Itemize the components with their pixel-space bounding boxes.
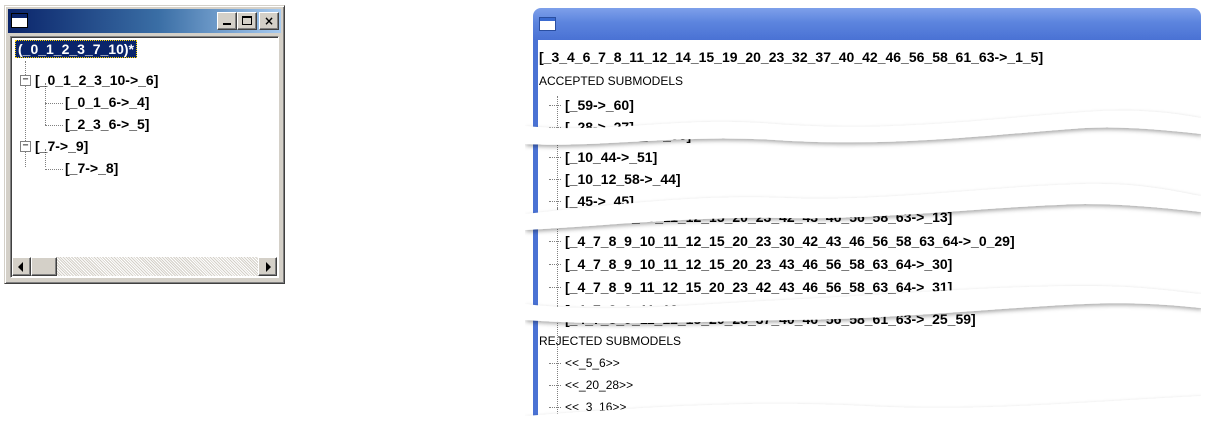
close-icon: × — [263, 14, 275, 28]
tree-item[interactable]: [_4_7_8_9_10_11_12_15_20_23_42_43_46_56_… — [548, 208, 952, 228]
tree-item[interactable]: <<_20_28>> — [548, 374, 633, 396]
tree-item[interactable]: [_10_44->_51] — [548, 146, 657, 168]
window-border — [533, 40, 538, 136]
minimize-button[interactable] — [217, 12, 237, 30]
tree-item[interactable]: [_0_1_2_3_10->_6] — [35, 70, 158, 92]
content-fragment: [_4_7_8_9_10_11_12_15_20_23_42_43_46_56_… — [533, 208, 1201, 308]
content-fragment: [_3_4_6_7_8_11_12_14_15_19_20_23_32_37_4… — [533, 40, 1201, 136]
submodels-window: [_3_4_6_7_8_11_12_14_15_19_20_23_32_37_4… — [525, 8, 1201, 422]
tree-item[interactable]: [_4_7_8_9_10_11_12_15_20_23_30_42_43_46_… — [549, 230, 1015, 252]
tree-item-label[interactable]: [_2_3_6->_5] — [65, 116, 149, 132]
tree-item[interactable]: [_0_1_6->_4] — [65, 92, 149, 114]
maximize-button[interactable] — [237, 12, 257, 30]
content-fragment: [_23_40_42_46_56] [_10_44->_51] [_10_12_… — [533, 132, 1201, 208]
scrollbar-thumb[interactable] — [31, 257, 57, 276]
tree-item[interactable]: [_2_3_6->_5] — [65, 114, 149, 136]
tree-item[interactable]: [_59->_60] — [549, 94, 634, 116]
title-bar[interactable] — [533, 8, 1201, 40]
tree-item-label[interactable]: [_0_1_6->_4] — [65, 94, 149, 110]
tree-guide-line — [557, 132, 558, 208]
section-header-accepted[interactable]: ACCEPTED SUBMODELS — [539, 70, 683, 92]
tree-item[interactable]: [_7->_8] — [65, 158, 118, 180]
tree-item[interactable]: [_4_7_8_9_11_12_15_20_23_42_43_46_56_58_… — [548, 276, 952, 298]
tree-root-label[interactable]: (_0_1_2_3_7_10)* — [15, 40, 137, 58]
tree-item[interactable]: [_10_12_58->_44] — [549, 168, 681, 190]
tree-item[interactable]: [_45->_45] — [549, 190, 634, 208]
caption-buttons: × — [217, 12, 279, 30]
tree-item[interactable]: [_4_7_8_9_10_11_12_15_20_23_43_46_56_58_… — [548, 253, 952, 275]
scroll-left-button[interactable] — [12, 257, 31, 276]
maximize-icon — [242, 16, 252, 25]
content-fragment: [_4_7_8_9_11_12_15_20_23_37_40_46_56_58_… — [533, 306, 1201, 422]
tree-item-label[interactable]: [_7->_9] — [35, 138, 88, 154]
tree-item-label[interactable]: [_7->_8] — [65, 160, 118, 176]
tree-guide-line — [45, 169, 63, 170]
tree-guide-line — [45, 103, 63, 104]
arrow-left-icon — [18, 262, 23, 272]
tree-guide-line — [557, 306, 558, 422]
close-button[interactable]: × — [259, 12, 279, 30]
window-border — [533, 208, 538, 308]
tree-view[interactable]: (_0_1_2_3_7_10)* − [_0_1_2_3_10->_6] [_0… — [10, 36, 279, 278]
arrow-right-icon — [266, 262, 271, 272]
window-icon[interactable] — [539, 17, 556, 31]
minimize-icon — [223, 23, 231, 25]
collapse-toggle-icon[interactable]: − — [20, 141, 31, 152]
tree-item-label[interactable]: [_0_1_2_3_10->_6] — [35, 72, 158, 88]
window-border — [533, 132, 538, 208]
tree-item[interactable]: [_23_40_42_46_56] — [548, 132, 691, 146]
tree-root[interactable]: (_0_1_2_3_7_10)* — [15, 39, 137, 61]
scroll-right-button[interactable] — [258, 257, 277, 276]
tree-item[interactable]: <<_5_6>> — [549, 352, 620, 374]
tree-guide-line — [45, 125, 63, 126]
tree-item[interactable]: <<_3_16>> — [548, 396, 626, 418]
tree-item[interactable]: [_4_7_8_9_11_12_15_20_23_37_40_46_56_58_… — [549, 308, 976, 330]
title-bar[interactable]: × — [8, 9, 281, 33]
section-header-rejected[interactable]: REJECTED SUBMODELS — [539, 330, 681, 352]
horizontal-scrollbar[interactable] — [12, 257, 277, 276]
tree-guide-line — [557, 208, 558, 308]
tree-item[interactable]: [_7->_9] — [35, 136, 88, 158]
window-border — [533, 306, 538, 422]
tree-window: × (_0_1_2_3_7_10)* − [_0_1_2_3_10->_6] [… — [4, 5, 285, 284]
root-model[interactable]: [_3_4_6_7_8_11_12_14_15_19_20_23_32_37_4… — [539, 46, 1043, 68]
window-icon[interactable] — [11, 13, 28, 28]
collapse-toggle-icon[interactable]: − — [20, 75, 31, 86]
tree-guide-line — [557, 96, 558, 136]
